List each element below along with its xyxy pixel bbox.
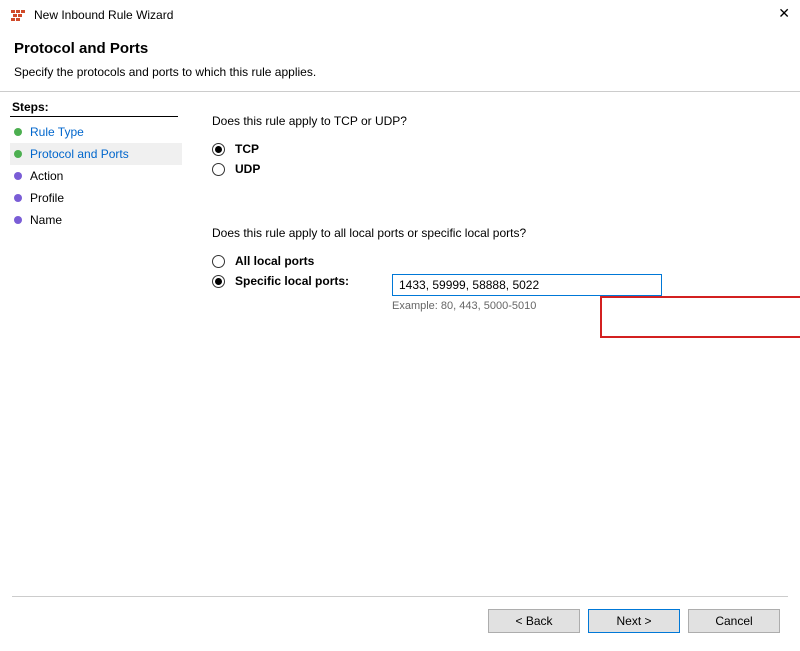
specific-ports-input[interactable] xyxy=(392,274,662,296)
step-label: Protocol and Ports xyxy=(30,147,129,161)
bullet-icon xyxy=(14,216,22,224)
radio-label: All local ports xyxy=(235,254,314,268)
step-rule-type[interactable]: Rule Type xyxy=(10,121,182,143)
footer-divider xyxy=(12,596,788,597)
radio-specific-local-ports[interactable]: Specific local ports: xyxy=(212,274,392,288)
steps-heading-underline xyxy=(10,116,178,117)
radio-icon xyxy=(212,163,225,176)
page-subtitle: Specify the protocols and ports to which… xyxy=(0,63,800,91)
radio-icon xyxy=(212,275,225,288)
radio-udp[interactable]: UDP xyxy=(212,162,770,176)
footer-buttons: < Back Next > Cancel xyxy=(488,609,780,633)
radio-icon xyxy=(212,143,225,156)
radio-tcp[interactable]: TCP xyxy=(212,142,770,156)
radio-all-local-ports[interactable]: All local ports xyxy=(212,254,770,268)
page-header: Protocol and Ports xyxy=(0,30,800,63)
bullet-icon xyxy=(14,150,22,158)
step-action[interactable]: Action xyxy=(10,165,182,187)
window-title: New Inbound Rule Wizard xyxy=(34,8,173,22)
close-button[interactable]: ✕ xyxy=(778,5,790,22)
step-name[interactable]: Name xyxy=(10,209,182,231)
firewall-icon xyxy=(10,7,26,23)
radio-label: TCP xyxy=(235,142,259,156)
radio-icon xyxy=(212,255,225,268)
protocol-question: Does this rule apply to TCP or UDP? xyxy=(212,114,770,128)
ports-example-text: Example: 80, 443, 5000-5010 xyxy=(392,300,662,312)
steps-heading: Steps: xyxy=(10,100,182,114)
bullet-icon xyxy=(14,128,22,136)
step-profile[interactable]: Profile xyxy=(10,187,182,209)
radio-label: UDP xyxy=(235,162,260,176)
step-label: Name xyxy=(30,213,62,227)
step-label: Rule Type xyxy=(30,125,84,139)
steps-sidebar: Steps: Rule Type Protocol and Ports Acti… xyxy=(0,92,182,314)
titlebar: New Inbound Rule Wizard ✕ xyxy=(0,0,800,30)
back-button[interactable]: < Back xyxy=(488,609,580,633)
step-protocol-and-ports[interactable]: Protocol and Ports xyxy=(10,143,182,165)
step-label: Profile xyxy=(30,191,64,205)
cancel-button[interactable]: Cancel xyxy=(688,609,780,633)
main-panel: Does this rule apply to TCP or UDP? TCP … xyxy=(182,92,800,314)
radio-label: Specific local ports: xyxy=(235,274,349,288)
next-button[interactable]: Next > xyxy=(588,609,680,633)
bullet-icon xyxy=(14,172,22,180)
ports-question: Does this rule apply to all local ports … xyxy=(212,226,770,240)
page-title: Protocol and Ports xyxy=(14,40,786,57)
step-label: Action xyxy=(30,169,63,183)
bullet-icon xyxy=(14,194,22,202)
